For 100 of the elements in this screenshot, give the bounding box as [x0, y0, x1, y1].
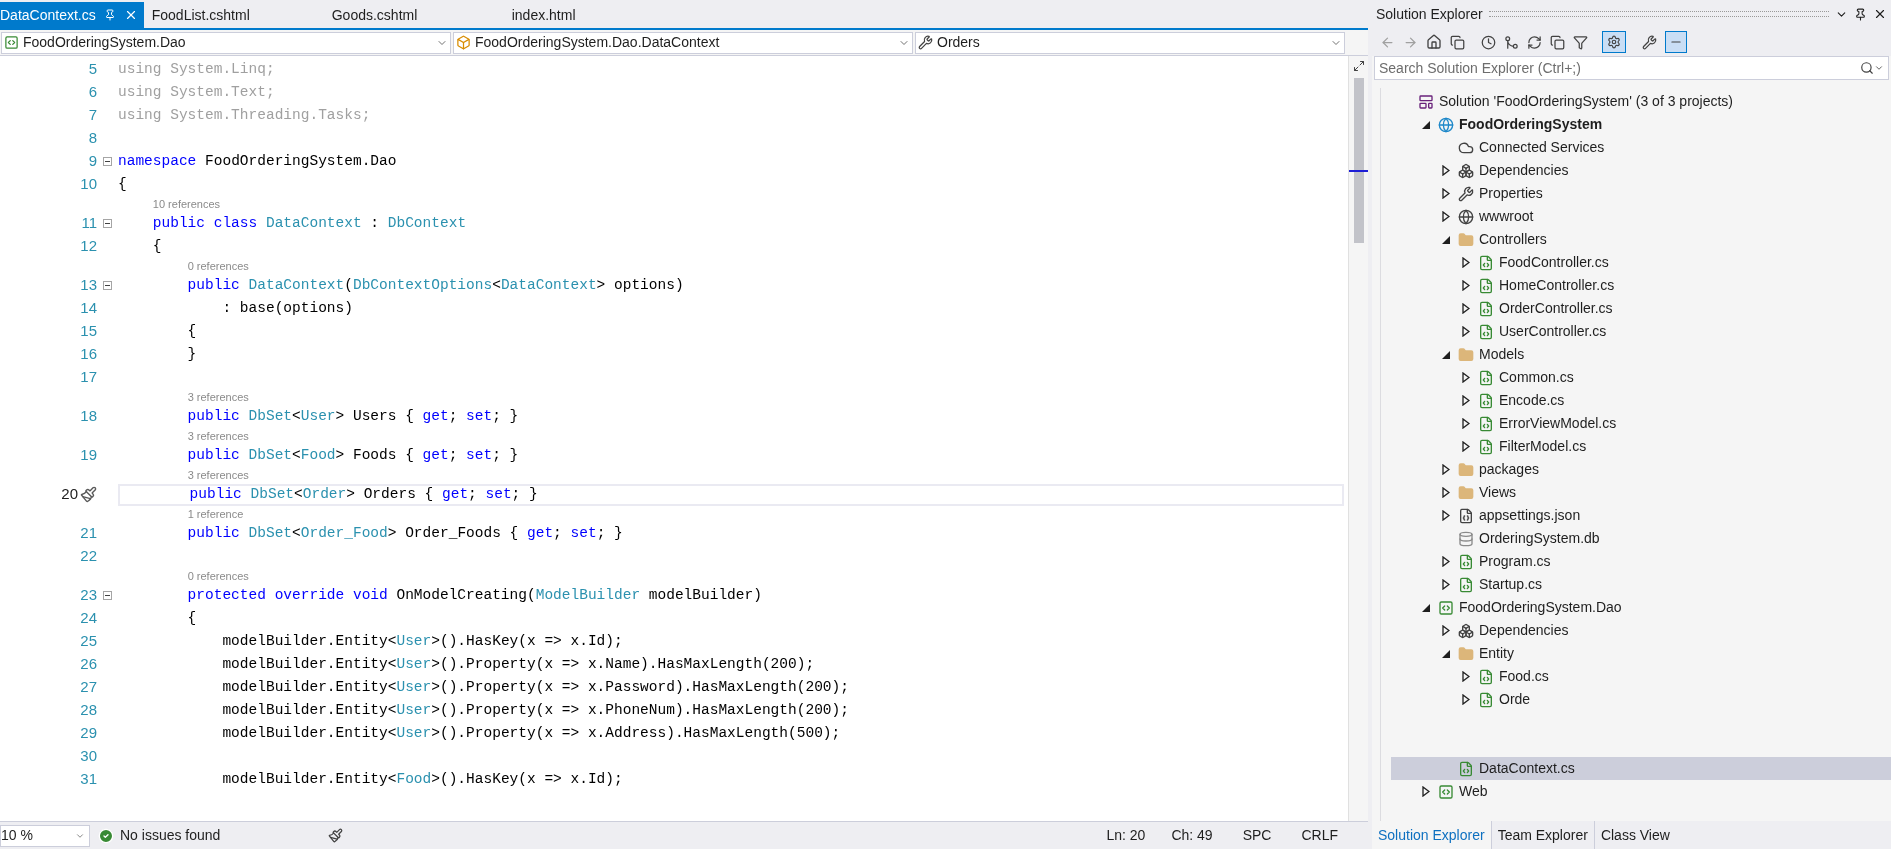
tree-item[interactable]: Web [1391, 780, 1891, 803]
expand-triangle-icon[interactable] [1462, 372, 1470, 383]
brush-icon[interactable] [328, 828, 344, 843]
expand-triangle-icon[interactable] [1442, 579, 1450, 590]
tree-item[interactable]: HomeController.cs [1391, 274, 1891, 297]
tree-item[interactable]: FoodOrderingSystem.Dao [1391, 596, 1891, 619]
expand-triangle-icon[interactable] [1442, 556, 1450, 567]
tree-item[interactable]: OrderController.cs [1391, 297, 1891, 320]
tree-item[interactable]: DataContext.cs [1391, 757, 1891, 780]
tree-item[interactable]: FilterModel.cs [1391, 435, 1891, 458]
navigation-dropdown[interactable]: Orders [915, 31, 1345, 54]
tree-item[interactable]: Dependencies [1391, 619, 1891, 642]
close-icon[interactable] [1873, 7, 1887, 21]
refresh-icon[interactable] [1527, 34, 1542, 50]
tree-item[interactable]: Properties [1391, 182, 1891, 205]
panel-tab[interactable]: Team Explorer [1490, 821, 1594, 849]
tree-item[interactable]: Solution 'FoodOrderingSystem' (3 of 3 projects) [1391, 90, 1891, 113]
expand-triangle-icon[interactable] [1442, 625, 1450, 636]
tree-item[interactable]: Common.cs [1391, 366, 1891, 389]
reference-count[interactable]: 3 references [187, 391, 249, 403]
collapse-triangle-icon[interactable] [1442, 649, 1450, 658]
copy-icon[interactable] [1450, 34, 1465, 50]
navigation-dropdown[interactable]: FoodOrderingSystem.Dao [1, 31, 451, 54]
expand-triangle-icon[interactable] [1462, 671, 1470, 682]
file-tab[interactable]: Goods.cshtml [323, 2, 504, 28]
search-icon[interactable] [1860, 61, 1874, 75]
expand-triangle-icon[interactable] [1422, 786, 1430, 797]
file-tab[interactable]: FoodList.cshtml [143, 2, 324, 28]
wrench-icon[interactable] [1642, 34, 1657, 50]
filter-icon[interactable] [1573, 34, 1588, 50]
zoom-dropdown[interactable]: 10 % [0, 824, 90, 847]
tree-item[interactable]: Encode.cs [1391, 389, 1891, 412]
expand-triangle-icon[interactable] [1442, 211, 1450, 222]
expand-triangle-icon[interactable] [1462, 280, 1470, 291]
expand-triangle-icon[interactable] [1442, 464, 1450, 475]
tree-item[interactable]: Orde [1391, 688, 1891, 711]
expand-triangle-icon[interactable] [1442, 188, 1450, 199]
collapse-triangle-icon[interactable] [1422, 603, 1430, 612]
tree-item[interactable]: FoodController.cs [1391, 251, 1891, 274]
reference-count[interactable]: 10 references [152, 198, 221, 210]
line-number: 17 [80, 367, 97, 388]
home-icon[interactable] [1426, 34, 1442, 50]
pin-icon[interactable] [1854, 7, 1867, 21]
expand-triangle-icon[interactable] [1462, 441, 1470, 452]
expand-triangle-icon[interactable] [1462, 303, 1470, 314]
collapse-box-icon[interactable] [103, 157, 112, 166]
reference-count[interactable]: 3 references [187, 430, 249, 442]
line-number: 10 [80, 174, 97, 195]
expand-triangle-icon[interactable] [1462, 418, 1470, 429]
tree-item[interactable]: Models [1391, 343, 1891, 366]
tree-item[interactable]: Connected Services [1391, 136, 1891, 159]
reference-count[interactable]: 3 references [187, 469, 249, 481]
expand-triangle-icon[interactable] [1442, 510, 1450, 521]
navigation-dropdown[interactable]: FoodOrderingSystem.Dao.DataContext [453, 31, 913, 54]
expand-triangle-icon[interactable] [1442, 165, 1450, 176]
tree-item[interactable]: Views [1391, 481, 1891, 504]
expand-triangle-icon[interactable] [1462, 257, 1470, 268]
expand-triangle-icon[interactable] [1462, 694, 1470, 705]
reference-count[interactable]: 1 reference [187, 508, 244, 520]
collapse-triangle-icon[interactable] [1422, 120, 1430, 129]
code-line: modelBuilder.Entity<User>().Property(x => x.Name).HasMaxLength(200); [221, 654, 816, 674]
collapse-box-icon[interactable] [103, 281, 112, 290]
collapse-box-icon[interactable] [103, 591, 112, 600]
panel-tab[interactable]: Solution Explorer [1372, 821, 1491, 849]
tree-item[interactable]: OrderingSystem.db [1391, 527, 1891, 550]
reference-count[interactable]: 0 references [187, 570, 249, 582]
line-number: 6 [88, 82, 97, 103]
reference-count[interactable]: 0 references [187, 260, 249, 272]
collapse-box-icon[interactable] [103, 219, 112, 228]
expand-triangle-icon[interactable] [1462, 326, 1470, 337]
expand-triangle-icon[interactable] [1462, 395, 1470, 406]
collapse-triangle-icon[interactable] [1442, 235, 1450, 244]
tree-view-toggle[interactable] [1602, 31, 1626, 53]
expand-triangle-icon[interactable] [1442, 487, 1450, 498]
globe-icon [1438, 116, 1454, 133]
line-number: 18 [80, 406, 97, 427]
tree-item[interactable]: Program.cs [1391, 550, 1891, 573]
tree-item[interactable]: Food.cs [1391, 665, 1891, 688]
tree-item[interactable]: Dependencies [1391, 159, 1891, 182]
line-number: 20 [61, 484, 78, 505]
code-line: using System.Threading.Tasks; [118, 105, 372, 125]
line-number: 23 [80, 585, 97, 606]
issues-status[interactable]: No issues found [120, 825, 221, 846]
tree-item[interactable]: Startup.cs [1391, 573, 1891, 596]
tree-item[interactable]: packages [1391, 458, 1891, 481]
clock-icon[interactable] [1481, 34, 1496, 50]
brush-icon[interactable] [80, 486, 97, 503]
preview-toggle[interactable] [1665, 31, 1687, 53]
tree-item[interactable]: Controllers [1391, 228, 1891, 251]
tree-item[interactable]: UserController.cs [1391, 320, 1891, 343]
tree-item[interactable]: wwwroot [1391, 205, 1891, 228]
scrollbar[interactable] [1348, 56, 1368, 821]
panel-tab[interactable]: Class View [1593, 821, 1676, 849]
tree-item[interactable]: appsettings.json [1391, 504, 1891, 527]
tree-item[interactable]: Entity [1391, 642, 1891, 665]
tree-item[interactable]: ErrorViewModel.cs [1391, 412, 1891, 435]
collapse-triangle-icon[interactable] [1442, 350, 1450, 359]
file-tab[interactable]: index.html [503, 2, 684, 28]
line-number: 12 [80, 236, 97, 257]
tree-item[interactable]: FoodOrderingSystem [1391, 113, 1891, 136]
